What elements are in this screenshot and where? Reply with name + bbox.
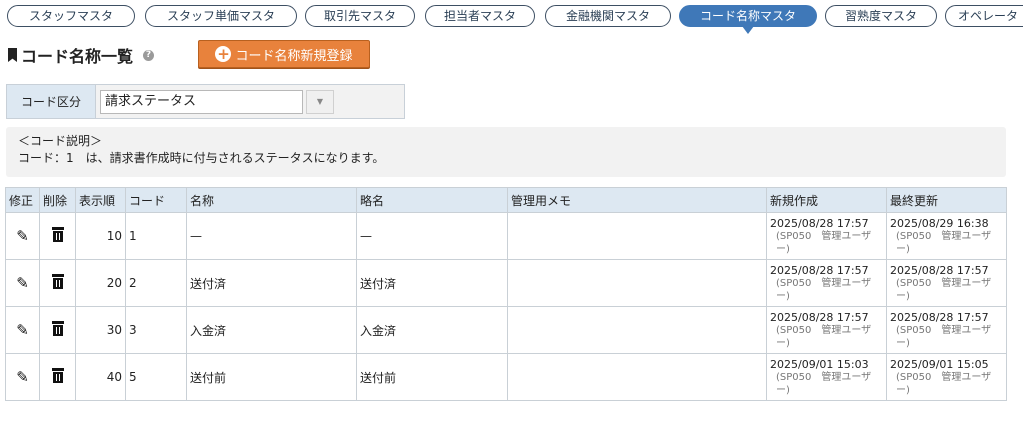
cell-name: 入金済 xyxy=(186,306,357,354)
cell-updated: 2025/08/28 17:57 (SP050 管理ユーザー) xyxy=(886,306,1007,354)
table-row: ✎ 10 1 — — 2025/08/28 17:57 (SP050 管理ユーザー… xyxy=(5,212,1007,260)
new-code-button-label: コード名称新規登録 xyxy=(235,48,353,64)
cell-updated: 2025/09/01 15:05 (SP050 管理ユーザー) xyxy=(886,353,1007,401)
master-tabs: スタッフマスタ スタッフ単価マスタ 取引先マスタ 担当者マスタ 金融機関マスタ … xyxy=(0,0,1023,36)
col-code: コード xyxy=(125,187,187,213)
col-order: 表示順 xyxy=(75,187,126,213)
trash-icon[interactable] xyxy=(51,227,64,242)
code-description: ＜コード説明＞ コード：1 は、請求書作成時に付与されるステータスになります。 xyxy=(6,127,1006,177)
cell-memo xyxy=(507,306,767,354)
table-row: ✎ 40 5 送付前 送付前 2025/09/01 15:03 (SP050 管理… xyxy=(5,353,1007,401)
col-name: 名称 xyxy=(186,187,357,213)
table-row: ✎ 30 3 入金済 入金済 2025/08/28 17:57 (SP050 管理… xyxy=(5,306,1007,354)
trash-icon[interactable] xyxy=(51,274,64,289)
code-description-heading: ＜コード説明＞ xyxy=(18,134,103,148)
edit-icon[interactable]: ✎ xyxy=(16,368,29,386)
cell-order: 20 xyxy=(75,259,126,307)
edit-icon[interactable]: ✎ xyxy=(16,227,29,245)
col-created: 新規作成 xyxy=(766,187,887,213)
cell-short-name: 入金済 xyxy=(356,306,508,354)
cell-code: 1 xyxy=(125,212,187,260)
col-memo: 管理用メモ xyxy=(507,187,767,213)
tab-operator[interactable]: オペレータ xyxy=(945,5,1023,27)
code-table: 修正 削除 表示順 コード 名称 略名 管理用メモ 新規作成 最終更新 ✎ 10… xyxy=(5,187,1007,401)
cell-created: 2025/08/28 17:57 (SP050 管理ユーザー) xyxy=(766,212,887,260)
cell-order: 10 xyxy=(75,212,126,260)
page-heading: コード名称一覧 ? xyxy=(8,44,155,66)
table-header-row: 修正 削除 表示順 コード 名称 略名 管理用メモ 新規作成 最終更新 xyxy=(5,187,1007,213)
code-description-text: コード：1 は、請求書作成時に付与されるステータスになります。 xyxy=(18,151,385,165)
tab-bank-master[interactable]: 金融機関マスタ xyxy=(545,5,671,27)
cell-created: 2025/09/01 15:03 (SP050 管理ユーザー) xyxy=(766,353,887,401)
edit-icon[interactable]: ✎ xyxy=(16,321,29,339)
plus-icon: + xyxy=(215,45,232,63)
cell-memo xyxy=(507,353,767,401)
cell-memo xyxy=(507,212,767,260)
chevron-down-icon[interactable]: ▼ xyxy=(306,90,334,114)
code-category-filter: コード区分 請求ステータス ▼ xyxy=(6,84,405,119)
help-icon[interactable]: ? xyxy=(143,49,155,61)
table-row: ✎ 20 2 送付済 送付済 2025/08/28 17:57 (SP050 管理… xyxy=(5,259,1007,307)
tab-staff-rate-master[interactable]: スタッフ単価マスタ xyxy=(145,5,297,27)
cell-short-name: 送付済 xyxy=(356,259,508,307)
col-updated: 最終更新 xyxy=(886,187,1007,213)
page-title: コード名称一覧 xyxy=(21,47,134,66)
cell-name: 送付済 xyxy=(186,259,357,307)
bookmark-icon xyxy=(8,48,17,62)
new-code-button[interactable]: + コード名称新規登録 xyxy=(198,40,370,68)
trash-icon[interactable] xyxy=(51,321,64,336)
tab-code-name-master[interactable]: コード名称マスタ xyxy=(679,5,817,34)
code-category-label: コード区分 xyxy=(7,85,96,118)
trash-icon[interactable] xyxy=(51,368,64,383)
tab-person-master[interactable]: 担当者マスタ xyxy=(425,5,535,27)
cell-name: 送付前 xyxy=(186,353,357,401)
cell-short-name: — xyxy=(356,212,508,260)
code-category-select[interactable]: 請求ステータス xyxy=(100,90,303,114)
cell-code: 5 xyxy=(125,353,187,401)
cell-order: 40 xyxy=(75,353,126,401)
col-edit: 修正 xyxy=(5,187,40,213)
edit-icon[interactable]: ✎ xyxy=(16,274,29,292)
tab-staff-master[interactable]: スタッフマスタ xyxy=(7,5,135,27)
cell-code: 3 xyxy=(125,306,187,354)
cell-name: — xyxy=(186,212,357,260)
cell-code: 2 xyxy=(125,259,187,307)
cell-short-name: 送付前 xyxy=(356,353,508,401)
cell-memo xyxy=(507,259,767,307)
col-short-name: 略名 xyxy=(356,187,508,213)
tab-client-master[interactable]: 取引先マスタ xyxy=(305,5,415,27)
cell-created: 2025/08/28 17:57 (SP050 管理ユーザー) xyxy=(766,306,887,354)
cell-created: 2025/08/28 17:57 (SP050 管理ユーザー) xyxy=(766,259,887,307)
cell-updated: 2025/08/29 16:38 (SP050 管理ユーザー) xyxy=(886,212,1007,260)
cell-order: 30 xyxy=(75,306,126,354)
tab-skill-master[interactable]: 習熟度マスタ xyxy=(825,5,937,27)
cell-updated: 2025/08/28 17:57 (SP050 管理ユーザー) xyxy=(886,259,1007,307)
col-delete: 削除 xyxy=(39,187,76,213)
